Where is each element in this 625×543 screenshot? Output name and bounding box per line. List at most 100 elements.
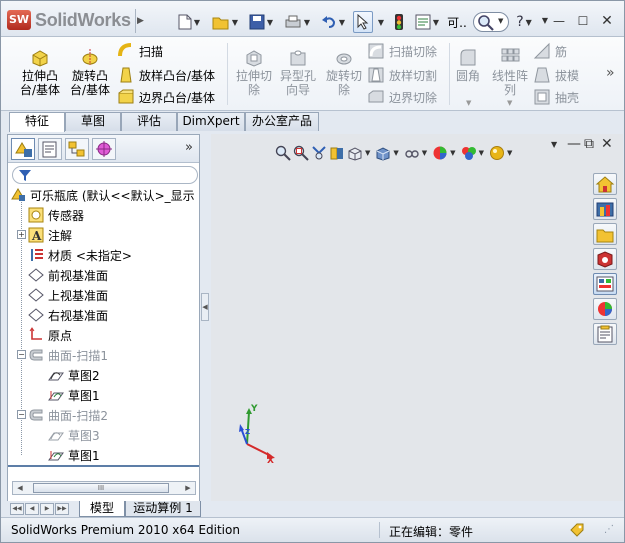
tree-item-material[interactable]: 材质 <未指定> [28,245,132,265]
tree-item-sketch1-b[interactable]: 草图1 [48,445,100,465]
tree-item-annotations[interactable]: A 注解 [28,225,72,245]
boundary-boss-button[interactable]: 边界凸台/基体 [117,87,215,107]
display-style-icon[interactable] [375,145,391,161]
view-orientation-icon[interactable] [347,145,363,161]
graphics-area[interactable]: ▼ — ⧉ ✕ ▼ ▼ ▼ ▼ ▼ ▼ Y X Z [211,134,623,515]
tree-horizontal-scrollbar[interactable]: ◀ III ▶ [12,481,196,495]
lofted-cut-button[interactable]: 放样切割 [367,65,437,85]
viewport-close-button[interactable]: ✕ [601,136,613,152]
sweep-button[interactable]: 扫描 [117,41,163,61]
linear-pattern-button[interactable]: 线性阵 列 [487,45,533,101]
section-view-icon[interactable] [329,145,345,161]
tab-sketch[interactable]: 草图 [65,112,121,131]
help-button[interactable]: ? ▼ [513,11,535,33]
shell-button[interactable]: 抽壳 [533,87,579,107]
task-pane-appearances-button[interactable] [593,298,617,320]
loft-boss-button[interactable]: 放样凸台/基体 [117,65,215,85]
save-button[interactable]: ▼ [245,11,277,33]
scroll-left-arrow-icon[interactable]: ◀ [13,482,27,494]
task-pane-home-button[interactable] [593,173,617,195]
swept-cut-button[interactable]: 扫描切除 [367,41,437,61]
file-properties-button[interactable]: ▼ [412,11,442,33]
tree-item-sensors[interactable]: 传感器 [28,205,84,225]
search-input[interactable]: ▼ [473,12,509,32]
fillet-dropdown[interactable]: ▼ [466,99,471,107]
edit-appearance-dropdown[interactable]: ▼ [450,149,455,157]
task-pane-resources-button[interactable] [593,198,617,220]
panel-more-button[interactable]: » [185,140,193,155]
maximize-button[interactable]: ☐ [575,13,591,29]
close-button[interactable]: ✕ [599,13,615,29]
rib-button[interactable]: 筋 [533,41,567,61]
tab-office-products[interactable]: 办公室产品 [245,112,319,131]
print-button[interactable]: ▼ [281,11,313,33]
task-pane-custom-properties-button[interactable] [593,323,617,345]
select-dropdown[interactable]: ▼ [374,11,386,33]
viewport-restore-button[interactable]: ⧉ [584,136,594,152]
fillet-button[interactable]: 圆角 [447,45,489,101]
new-document-button[interactable]: ▼ [173,11,205,33]
hole-wizard-button[interactable]: 异型孔 向导 [273,45,323,101]
configuration-manager-tab[interactable] [65,138,89,160]
viewport-minimize-button[interactable]: — [567,136,581,152]
rebuild-button[interactable] [390,11,408,33]
tree-item-right-plane[interactable]: 右视基准面 [28,305,108,325]
scroll-thumb[interactable]: III [33,483,169,493]
resize-grip-icon[interactable]: ⋰ [604,524,614,535]
draft-button[interactable]: 拔模 [533,65,579,85]
first-tab-arrow-icon[interactable]: ◀◀ [10,503,24,515]
tree-item-front-plane[interactable]: 前视基准面 [28,265,108,285]
undo-button[interactable]: ▼ [317,11,349,33]
previous-view-icon[interactable] [311,145,327,161]
menu-expand-arrow-icon[interactable]: ▶ [135,9,145,33]
apply-scene-dropdown[interactable]: ▼ [479,149,484,157]
task-pane-view-palette-button[interactable] [593,273,617,295]
view-orientation-dropdown[interactable]: ▼ [365,149,370,157]
tab-evaluate[interactable]: 评估 [121,112,177,131]
select-button[interactable] [353,11,373,33]
next-tab-arrow-icon[interactable]: ▶ [40,503,54,515]
zoom-to-fit-icon[interactable] [275,145,291,161]
tree-item-sketch2[interactable]: 草图2 [48,365,100,385]
tree-item-surface-sweep2[interactable]: 曲面-扫描2 [28,405,108,425]
revolve-boss-button[interactable]: 旋转凸 台/基体 [65,45,115,101]
prev-tab-arrow-icon[interactable]: ◀ [25,503,39,515]
scroll-right-arrow-icon[interactable]: ▶ [181,482,195,494]
open-button[interactable]: ▼ [209,11,241,33]
feature-manager-tab[interactable] [11,138,35,160]
tree-root-part[interactable]: 可乐瓶底 (默认<<默认>_显示 [10,185,195,205]
realview-graphics-icon[interactable] [489,145,505,161]
task-pane-search-button[interactable] [593,248,617,270]
tree-item-sketch1[interactable]: 草图1 [48,385,100,405]
rollback-bar[interactable] [8,465,199,467]
quick-tips-tag-icon[interactable] [569,522,585,542]
revolve-cut-button[interactable]: 旋转切 除 [319,45,369,101]
tab-motion-study[interactable]: 运动算例 1 [125,501,201,517]
task-pane-file-explorer-button[interactable] [593,223,617,245]
expand-surface-sweep1-toggle[interactable]: − [17,350,26,359]
hide-show-dropdown[interactable]: ▼ [422,149,427,157]
ribbon-more-button[interactable]: » [606,65,615,81]
expand-surface-sweep2-toggle[interactable]: − [17,410,26,419]
tree-filter-input[interactable] [12,166,198,184]
hide-show-items-icon[interactable] [404,145,420,161]
tab-dimxpert[interactable]: DimXpert [177,112,245,131]
linear-pattern-dropdown[interactable]: ▼ [507,99,512,107]
apply-scene-icon[interactable] [461,145,477,161]
tree-item-origin[interactable]: 原点 [28,325,72,345]
expand-annotations-toggle[interactable]: + [17,230,26,239]
last-tab-arrow-icon[interactable]: ▶▶ [55,503,69,515]
display-style-dropdown[interactable]: ▼ [393,149,398,157]
tree-item-top-plane[interactable]: 上视基准面 [28,285,108,305]
minimize-button[interactable]: — [551,13,567,29]
tree-item-sketch3[interactable]: 草图3 [48,425,100,445]
solidworks-logo[interactable]: SW SolidWorks [7,10,135,32]
dimxpert-manager-tab[interactable] [92,138,116,160]
boundary-cut-button[interactable]: 边界切除 [367,87,437,107]
extrude-boss-button[interactable]: 拉伸凸 台/基体 [15,45,65,101]
edit-appearance-icon[interactable] [432,145,448,161]
viewport-dropdown[interactable]: ▼ [551,140,557,149]
tab-features[interactable]: 特征 [9,112,65,132]
zoom-to-area-icon[interactable] [293,145,309,161]
realview-dropdown[interactable]: ▼ [507,149,512,157]
